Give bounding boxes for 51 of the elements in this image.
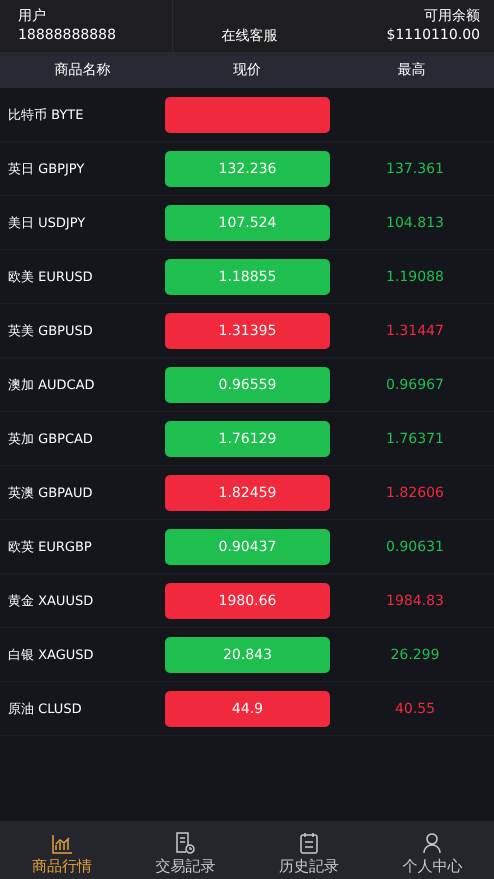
- price-box[interactable]: 1.76129: [165, 420, 330, 456]
- person-icon: [422, 832, 442, 854]
- price-box[interactable]: 107.524: [165, 204, 330, 240]
- symbol-name: 黄金 XAUUSD: [8, 594, 94, 608]
- balance-label: 可用余额: [424, 7, 480, 26]
- clipboard-icon: [298, 832, 319, 854]
- user-label: 用户: [18, 7, 46, 26]
- high-price: 137.361: [386, 160, 444, 176]
- high-price: 1.82606: [386, 484, 444, 500]
- nav-tab[interactable]: 历史記录: [247, 821, 370, 879]
- symbol-name: 原油 CLUSD: [8, 702, 82, 716]
- symbol-name: 比特币 BYTE: [8, 108, 84, 122]
- high-price: 0.90631: [386, 538, 444, 554]
- price-box[interactable]: 44.9: [165, 690, 330, 726]
- online-service-link[interactable]: 在线客服: [222, 27, 278, 46]
- price-box[interactable]: 1.82459: [165, 474, 330, 510]
- high-price: 1984.83: [386, 592, 444, 608]
- price-box[interactable]: 1980.66: [165, 582, 330, 618]
- column-header: 现价: [232, 61, 262, 79]
- price-box[interactable]: 132.236: [165, 150, 330, 186]
- user-phone: 18888888888: [18, 26, 116, 45]
- high-price: 1.76371: [386, 430, 444, 446]
- symbol-name: 英美 GBPUSD: [8, 324, 93, 338]
- high-price: 104.813: [386, 214, 444, 230]
- symbol-name: 英日 GBPJPY: [8, 162, 84, 176]
- symbol-name: 欧美 EURUSD: [8, 270, 93, 284]
- price-box[interactable]: 0.90437: [165, 528, 330, 564]
- symbol-name: 白银 XAGUSD: [8, 648, 94, 662]
- high-price: 1.19088: [386, 268, 444, 284]
- high-price: 1.31447: [386, 322, 444, 338]
- high-price: 26.299: [390, 646, 440, 662]
- chart-icon: [50, 834, 73, 854]
- price-box[interactable]: 20.843: [165, 636, 330, 672]
- symbol-name: 欧英 EURGBP: [8, 540, 92, 554]
- high-price: 0.96967: [386, 376, 444, 392]
- column-header: 最高: [396, 61, 427, 79]
- symbol-name: 英加 GBPCAD: [8, 432, 93, 446]
- price-box[interactable]: 1.18855: [165, 258, 330, 294]
- price-box[interactable]: 1.31395: [165, 312, 330, 348]
- nav-tab[interactable]: 个人中心: [370, 821, 494, 879]
- high-price: 40.55: [394, 700, 436, 716]
- price-box[interactable]: [165, 96, 330, 132]
- nav-tab[interactable]: 交易記录: [124, 821, 247, 879]
- document-clock-icon: [175, 832, 196, 854]
- symbol-name: 英澳 GBPAUD: [8, 486, 93, 500]
- symbol-name: 澳加 AUDCAD: [8, 378, 95, 392]
- price-box[interactable]: 0.96559: [165, 366, 330, 402]
- balance-value: $1110110.00: [386, 26, 480, 45]
- symbol-name: 美日 USDJPY: [8, 216, 86, 230]
- column-header: 商品名称: [53, 61, 112, 79]
- nav-tab[interactable]: 商品行情: [0, 821, 124, 879]
